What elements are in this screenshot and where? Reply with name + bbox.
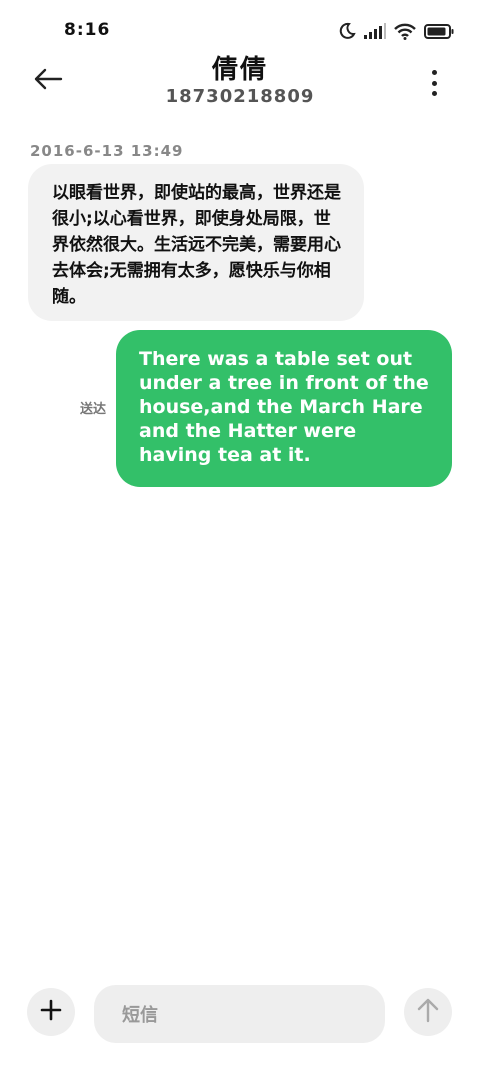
more-dot-icon <box>431 80 437 86</box>
battery-icon <box>424 23 454 39</box>
arrow-up-icon <box>416 997 440 1027</box>
delivery-status: 送达 <box>80 402 107 417</box>
outgoing-message-bubble[interactable]: There was a table set out under a tree i… <box>116 330 452 487</box>
message-timestamp: 2016-6-13 13:49 <box>30 142 184 160</box>
contact-info: 倩倩 18730218809 <box>0 54 480 108</box>
conversation-screen: 8:16 倩倩 18730218809 2016-6-13 13:49 以眼看世… <box>0 0 480 1066</box>
plus-icon <box>40 999 62 1025</box>
incoming-message-bubble[interactable]: 以眼看世界，即使站的最高，世界还是很小;以心看世界，即使身处局限，世界依然很大。… <box>28 164 364 321</box>
more-dot-icon <box>431 70 437 75</box>
status-time: 8:16 <box>64 20 111 40</box>
do-not-disturb-moon-icon <box>338 22 356 40</box>
contact-name: 倩倩 <box>211 55 268 85</box>
wifi-icon <box>394 23 416 40</box>
contact-number: 18730218809 <box>165 86 315 107</box>
send-button[interactable] <box>404 988 452 1036</box>
message-input[interactable]: 短信 <box>94 985 385 1043</box>
status-icons <box>338 20 454 42</box>
cellular-signal-icon <box>364 23 386 39</box>
more-dot-icon <box>431 91 437 96</box>
conversation-header: 倩倩 18730218809 <box>0 54 480 124</box>
attach-button[interactable] <box>27 988 75 1036</box>
status-bar: 8:16 <box>0 0 480 60</box>
more-options-button[interactable] <box>424 70 444 96</box>
